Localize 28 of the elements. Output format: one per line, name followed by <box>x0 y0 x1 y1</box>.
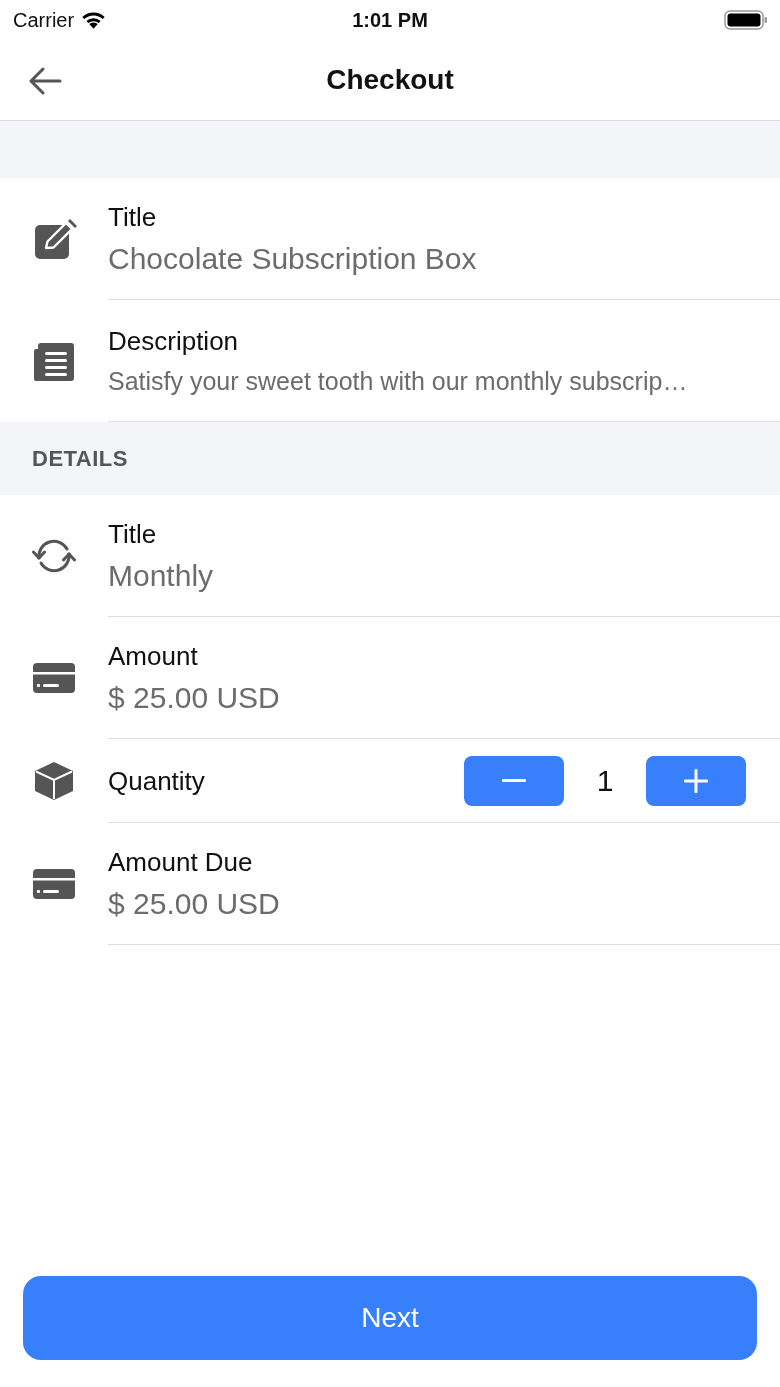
minus-icon <box>502 778 526 783</box>
field-label: Description <box>108 324 240 357</box>
status-time: 1:01 PM <box>352 8 428 32</box>
field-value: Monthly <box>108 557 214 594</box>
card-icon <box>33 869 75 899</box>
field-label: Amount <box>108 639 199 672</box>
next-button[interactable]: Next <box>23 1276 757 1360</box>
field-label: Amount Due <box>108 845 254 878</box>
field-label: Title <box>108 517 158 550</box>
cube-icon <box>34 761 74 801</box>
field-label: Title <box>108 200 158 233</box>
screen-title: Checkout <box>326 64 454 96</box>
back-arrow-icon <box>28 67 62 95</box>
field-value: Satisfy your sweet tooth with our monthly subscrip… <box>108 365 688 397</box>
document-icon <box>34 341 74 381</box>
field-label: Quantity <box>108 764 205 797</box>
field-value: Chocolate Subscription Box <box>108 240 477 277</box>
quantity-value: 1 <box>595 763 615 798</box>
field-value: $ 25.00 USD <box>108 679 280 716</box>
carrier-name: Carrier <box>13 8 75 32</box>
battery-icon <box>724 10 768 30</box>
card-icon <box>33 663 75 693</box>
edit-icon <box>35 219 77 259</box>
section-header: DETAILS <box>0 422 780 495</box>
decrease-button[interactable] <box>464 755 564 806</box>
field-value: $ 25.00 USD <box>108 885 280 922</box>
increase-button[interactable] <box>646 755 746 806</box>
plus-icon <box>684 768 708 793</box>
